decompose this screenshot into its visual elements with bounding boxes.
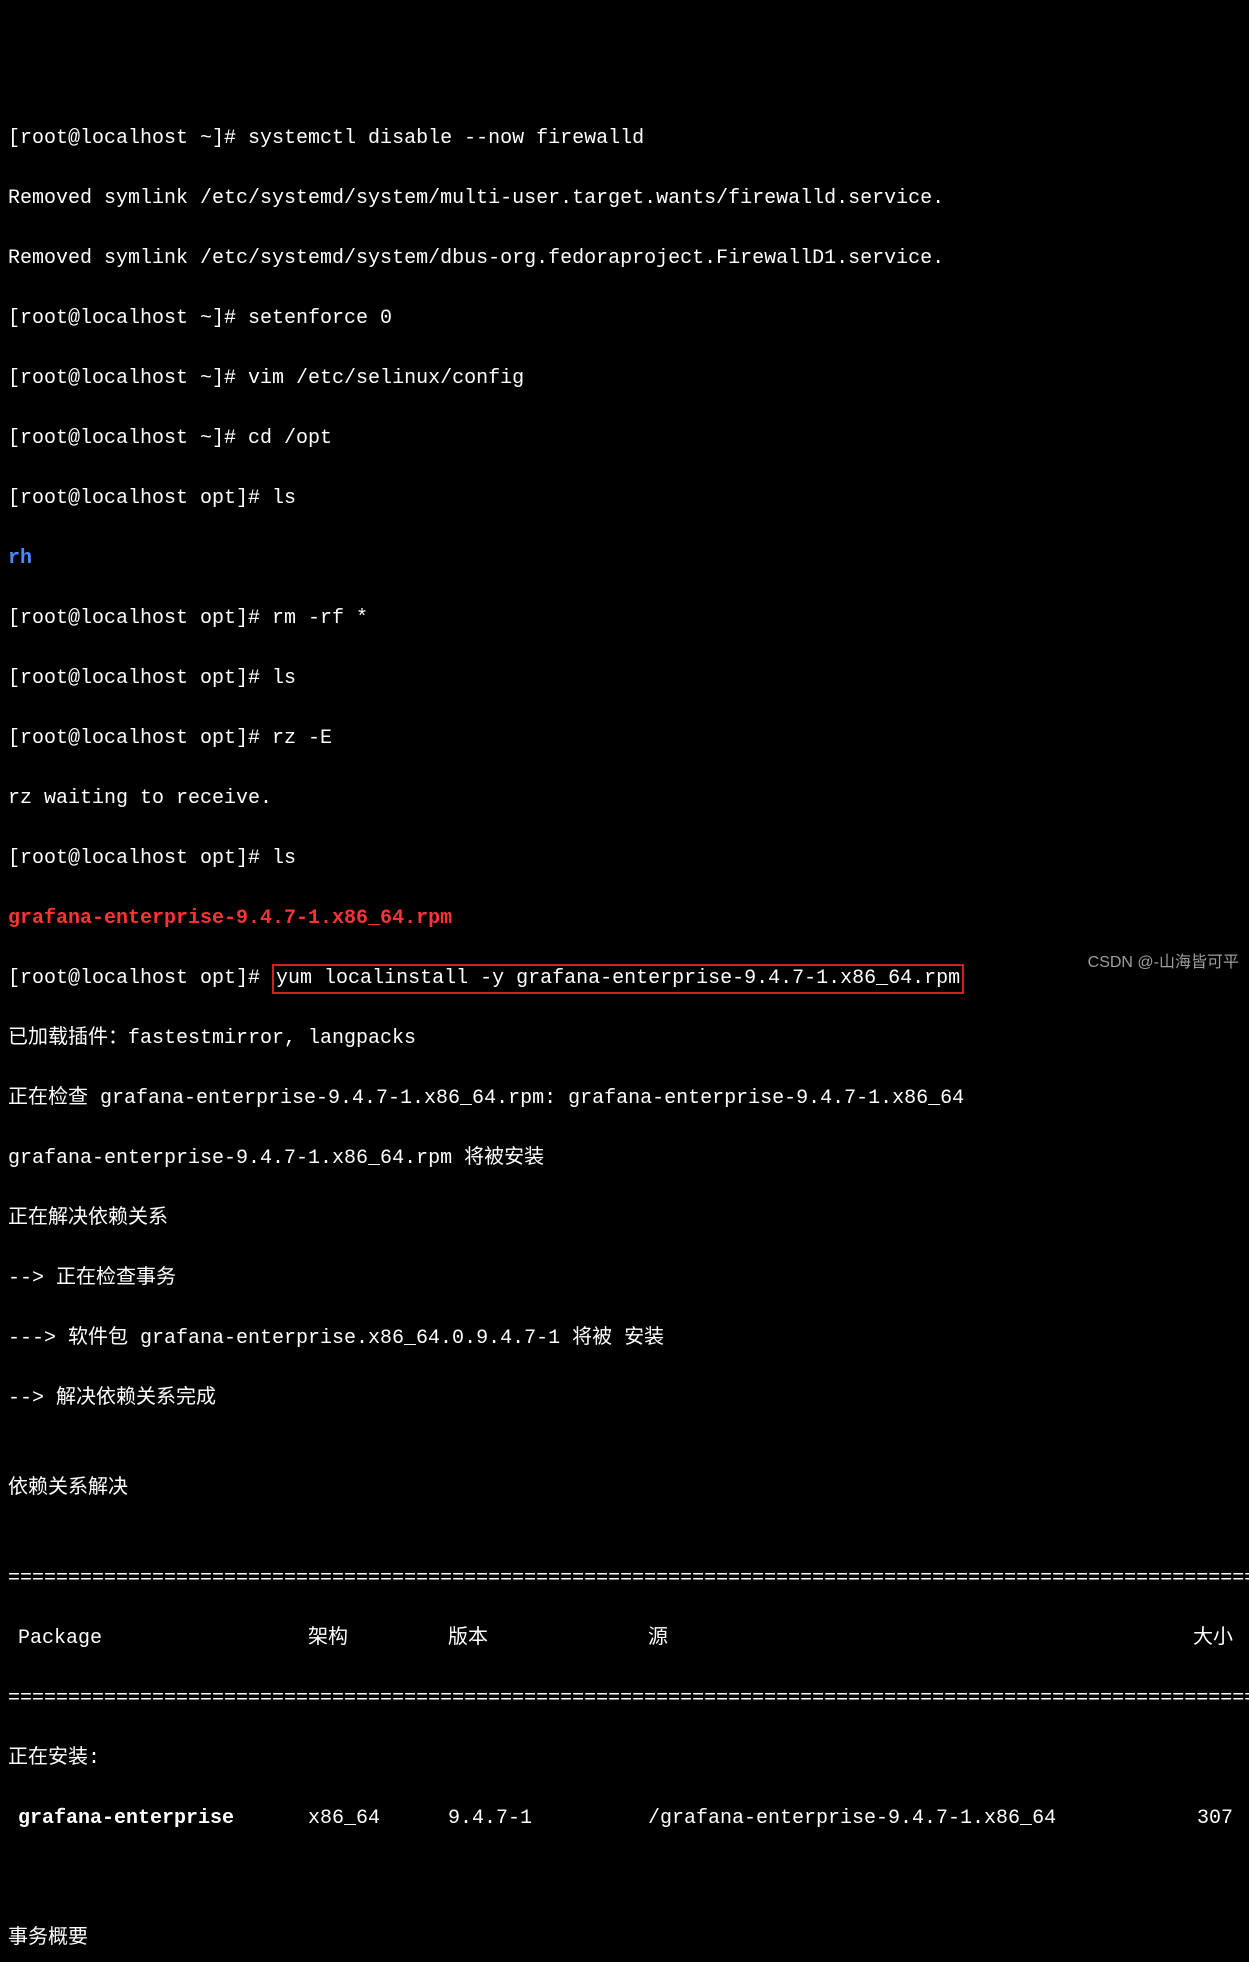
term-line: 正在检查 grafana-enterprise-9.4.7-1.x86_64.r… xyxy=(8,1084,1241,1114)
table-header-row: Package架构版本源大小 xyxy=(8,1624,1241,1654)
term-line: Removed symlink /etc/systemd/system/mult… xyxy=(8,184,1241,214)
cell-package: grafana-enterprise xyxy=(8,1804,308,1834)
term-line: --> 解决依赖关系完成 xyxy=(8,1384,1241,1414)
term-line: rz waiting to receive. xyxy=(8,784,1241,814)
term-line: 已加载插件：fastestmirror, langpacks xyxy=(8,1024,1241,1054)
term-line: Removed symlink /etc/systemd/system/dbus… xyxy=(8,244,1241,274)
yum-install-line: [root@localhost opt]# yum localinstall -… xyxy=(8,964,1241,994)
hdr-arch: 架构 xyxy=(308,1624,448,1654)
term-line: [root@localhost ~]# systemctl disable --… xyxy=(8,124,1241,154)
term-line: [root@localhost ~]# vim /etc/selinux/con… xyxy=(8,364,1241,394)
cell-version: 9.4.7-1 xyxy=(448,1804,648,1834)
term-line: [root@localhost ~]# cd /opt xyxy=(8,424,1241,454)
ls-rpm-file: grafana-enterprise-9.4.7-1.x86_64.rpm xyxy=(8,904,1241,934)
watermark: CSDN @-山海皆可平 xyxy=(1088,951,1239,975)
hdr-source: 源 xyxy=(648,1624,1128,1654)
prompt: [root@localhost opt]# xyxy=(8,967,272,990)
term-line: [root@localhost ~]# setenforce 0 xyxy=(8,304,1241,334)
ls-dir-output: rh xyxy=(8,544,1241,574)
hdr-package: Package xyxy=(8,1624,308,1654)
cell-size: 307 xyxy=(1128,1804,1241,1834)
term-line xyxy=(8,1864,1241,1894)
table-row: grafana-enterprisex86_649.4.7-1/grafana-… xyxy=(8,1804,1241,1834)
term-line: ---> 软件包 grafana-enterprise.x86_64.0.9.4… xyxy=(8,1324,1241,1354)
term-line: grafana-enterprise-9.4.7-1.x86_64.rpm 将被… xyxy=(8,1144,1241,1174)
term-line: --> 正在检查事务 xyxy=(8,1264,1241,1294)
cell-source: /grafana-enterprise-9.4.7-1.x86_64 xyxy=(648,1804,1128,1834)
separator: ========================================… xyxy=(8,1564,1241,1594)
hdr-version: 版本 xyxy=(448,1624,648,1654)
term-line: [root@localhost opt]# rm -rf * xyxy=(8,604,1241,634)
term-line: [root@localhost opt]# ls xyxy=(8,664,1241,694)
hdr-size: 大小 xyxy=(1128,1624,1241,1654)
term-line: [root@localhost opt]# ls xyxy=(8,484,1241,514)
installing-label: 正在安装: xyxy=(8,1744,1241,1774)
summary-label: 事务概要 xyxy=(8,1924,1241,1954)
term-line: 依赖关系解决 xyxy=(8,1474,1241,1504)
term-line: 正在解决依赖关系 xyxy=(8,1204,1241,1234)
highlighted-command: yum localinstall -y grafana-enterprise-9… xyxy=(272,964,964,994)
term-line: [root@localhost opt]# ls xyxy=(8,844,1241,874)
cell-arch: x86_64 xyxy=(308,1804,448,1834)
term-line: [root@localhost opt]# rz -E xyxy=(8,724,1241,754)
separator: ========================================… xyxy=(8,1684,1241,1714)
